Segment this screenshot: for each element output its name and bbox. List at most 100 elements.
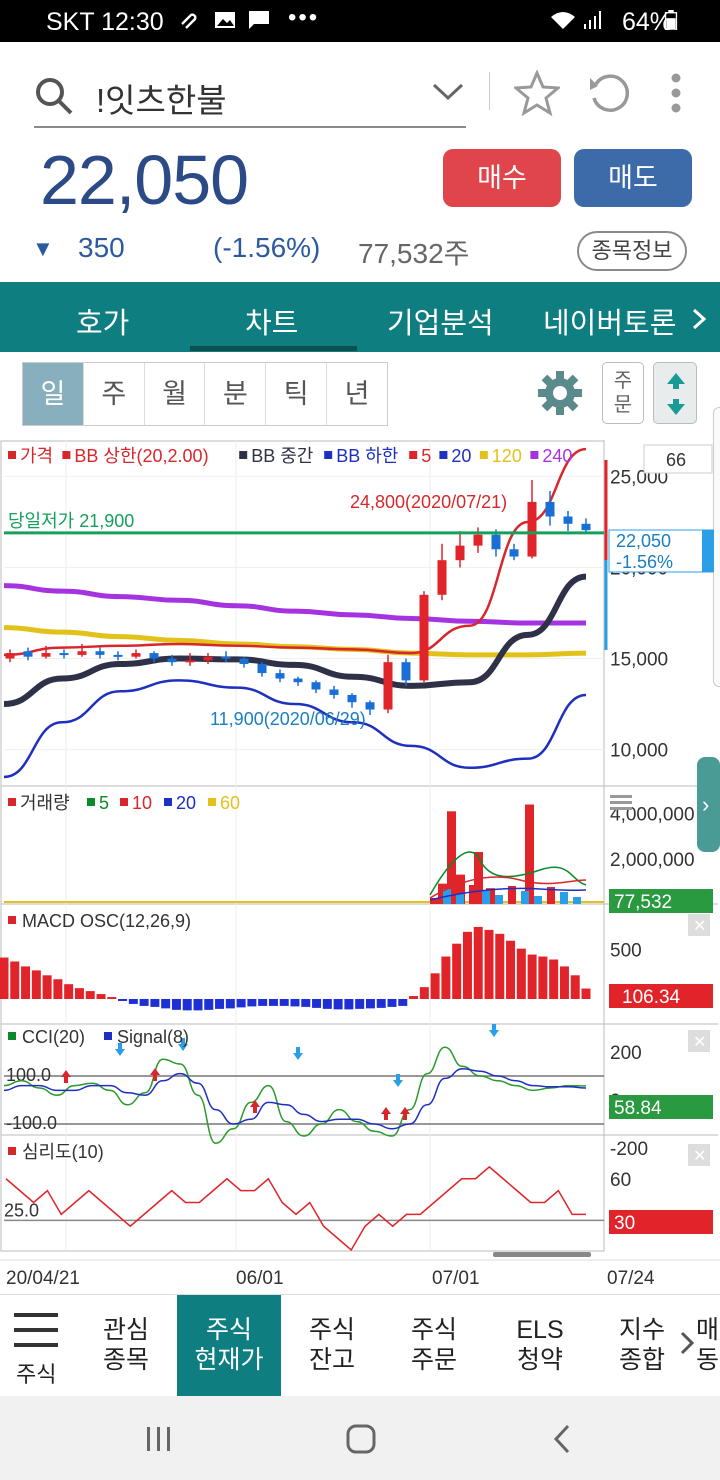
hamburger-menu-icon[interactable] [14, 1313, 58, 1347]
candle [23, 651, 33, 657]
trade-volume: 77,532주 [358, 238, 470, 269]
macd-bar [150, 999, 160, 1007]
candle [293, 678, 303, 683]
price-legend-item: 5 [421, 446, 431, 466]
price-change-percent: (-1.56%) [213, 232, 321, 263]
candle [401, 662, 411, 681]
nav-stock-balance[interactable]: 주식 잔고 [306, 1315, 358, 1375]
period-tick[interactable]: 틱 [266, 363, 328, 425]
wifi-icon [551, 12, 575, 29]
price-legend-item: 가격 [20, 446, 53, 466]
main-tabs: 호가 차트 기업분석 네이버토론 [0, 282, 720, 352]
scroll-updown-button[interactable] [653, 362, 697, 424]
horizontal-scrollbar [493, 1252, 591, 1257]
low-annotation: 11,900(2020/06/29) [210, 709, 366, 729]
refresh-icon[interactable] [586, 70, 632, 116]
macd-bar [96, 994, 106, 999]
candle [545, 501, 555, 517]
macd-bar [258, 999, 268, 1006]
candle [113, 654, 123, 657]
active-tab-indicator [190, 346, 357, 351]
period-day[interactable]: 일 [23, 363, 84, 425]
macd-bar [118, 999, 128, 1001]
tab-naver-forum[interactable]: 네이버토론 [543, 300, 676, 342]
candle [149, 653, 159, 659]
home-icon[interactable] [346, 1424, 376, 1454]
nav-stock-quote[interactable]: 주식 현재가 [177, 1295, 281, 1396]
chevron-right-icon[interactable] [692, 308, 706, 330]
macd-bar [527, 954, 537, 999]
more-vertical-icon[interactable] [668, 72, 684, 116]
stock-search-bar[interactable]: !잇츠한불 [34, 66, 466, 128]
candle [437, 560, 447, 595]
period-year[interactable]: 년 [327, 363, 387, 425]
price-legend-item: BB 하한 [336, 446, 398, 466]
legend-swatch [239, 451, 248, 459]
macd-bar [409, 996, 419, 999]
close-icon: ✕ [693, 918, 706, 935]
buy-button[interactable]: 매수 [443, 149, 561, 207]
volume-bar [482, 890, 490, 904]
macd-bar [42, 975, 52, 999]
macd-bar [419, 987, 429, 999]
macd-bar [247, 999, 257, 1007]
battery-icon [664, 10, 678, 30]
nav-els-subscription[interactable]: ELS 청약 [514, 1315, 566, 1375]
candle [473, 534, 483, 546]
macd-bar [31, 970, 41, 999]
macd-bar [559, 966, 569, 999]
candle [563, 516, 573, 524]
tab-orderbook[interactable]: 호가 [76, 300, 129, 342]
legend-swatch [8, 916, 16, 924]
order-label: 주문 [613, 370, 633, 416]
stock-info-button[interactable]: 종목정보 [577, 231, 687, 271]
down-arrow-icon: ▼ [32, 236, 54, 261]
chevron-right-icon[interactable] [680, 1331, 694, 1355]
volume-tick-label: 2,000,000 [610, 850, 695, 871]
macd-bar [473, 926, 483, 999]
macd-bar [161, 999, 171, 1009]
today-low-label: 당일저가 21,900 [8, 511, 134, 531]
nav-stock-order[interactable]: 주식 주문 [408, 1315, 460, 1375]
paperclip-icon [181, 13, 197, 29]
nav-more[interactable]: 매 동 [696, 1315, 720, 1375]
star-icon[interactable] [514, 70, 560, 116]
back-icon[interactable] [552, 1424, 572, 1454]
psych-tick-label: 60 [610, 1170, 631, 1191]
nav-watchlist[interactable]: 관심 종목 [100, 1315, 152, 1375]
high-annotation: 24,800(2020/07/21) [350, 492, 507, 512]
macd-bar [441, 956, 451, 999]
chevron-down-icon[interactable] [432, 82, 464, 102]
sell-button[interactable]: 매도 [574, 149, 692, 207]
volume-bar [495, 895, 503, 904]
candle [41, 653, 51, 657]
nav-index-summary[interactable]: 지수 종합 [616, 1315, 668, 1375]
volume-bar [534, 896, 542, 904]
macd-bar [279, 999, 289, 1006]
close-icon: ✕ [693, 1034, 706, 1051]
gear-icon[interactable] [536, 369, 584, 417]
stock-chart[interactable]: 25,00020,00015,00010,000당일저가 21,90024,80… [0, 440, 720, 1286]
volume-legend-item: 5 [99, 793, 109, 813]
tab-chart[interactable]: 차트 [245, 300, 298, 342]
cci-tick-label: -200 [610, 1139, 648, 1160]
candle [203, 656, 213, 661]
period-month[interactable]: 월 [145, 363, 206, 425]
legend-swatch [208, 798, 216, 806]
recent-apps-icon[interactable] [146, 1426, 172, 1452]
period-minute[interactable]: 분 [205, 363, 267, 425]
search-icon[interactable] [34, 76, 74, 116]
signal-icon [584, 11, 601, 29]
macd-bar [538, 956, 548, 999]
nav-label: 주식 잔고 [308, 1316, 355, 1374]
macd-bar [204, 999, 214, 1010]
order-button[interactable]: 주문 [602, 362, 644, 424]
macd-legend: MACD OSC(12,26,9) [22, 911, 191, 931]
psych-line [5, 1165, 586, 1252]
price-tick-label: 10,000 [610, 741, 668, 762]
period-week[interactable]: 주 [84, 363, 145, 425]
volume-bar [456, 894, 464, 904]
tab-company-analysis[interactable]: 기업분석 [387, 300, 494, 342]
stock-name[interactable]: !잇츠한불 [96, 74, 227, 122]
sell-signal-arrow [293, 1047, 303, 1060]
